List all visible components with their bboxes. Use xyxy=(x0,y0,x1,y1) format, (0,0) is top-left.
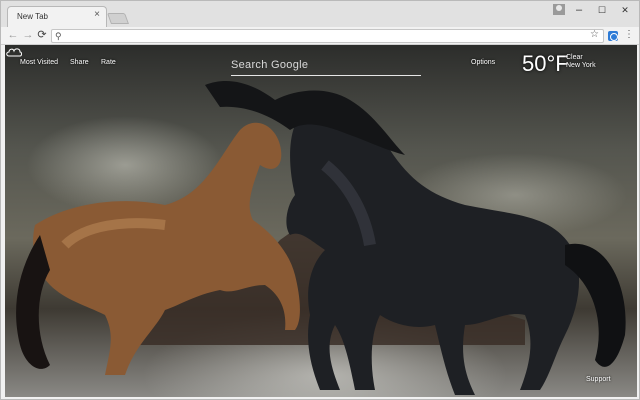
rate-link[interactable]: Rate xyxy=(101,59,116,66)
weather-condition: Clear xyxy=(566,54,583,61)
menu-icon[interactable]: ⋮ xyxy=(624,29,634,41)
most-visited-link[interactable]: Most Visited xyxy=(20,59,58,66)
minimize-button[interactable]: – xyxy=(572,3,586,17)
new-tab-page: Most Visited Share Rate Search Google Op… xyxy=(5,45,637,397)
toolbar: ← → ⟳ ⚲ ☆ ⋮ xyxy=(1,27,639,45)
maximize-button[interactable]: ☐ xyxy=(595,3,609,17)
back-button[interactable]: ← xyxy=(7,29,19,41)
close-window-button[interactable]: ✕ xyxy=(618,3,632,17)
bookmark-star-icon[interactable]: ☆ xyxy=(590,29,599,41)
tab-strip: New Tab × – ☐ ✕ xyxy=(1,1,639,27)
weather-temperature: 50°F xyxy=(522,52,569,76)
browser-window: New Tab × – ☐ ✕ ← → ⟳ ⚲ ☆ ⋮ Most Visited… xyxy=(0,0,640,400)
profile-icon[interactable] xyxy=(553,4,565,15)
support-link[interactable]: Support xyxy=(586,376,611,383)
weather-conditions: Clear New York xyxy=(566,54,596,70)
cloud-icon xyxy=(6,48,22,57)
temperature-value: 50 xyxy=(522,51,547,76)
weather-location: New York xyxy=(566,62,596,69)
search-placeholder: Search Google xyxy=(231,59,309,71)
options-link[interactable]: Options xyxy=(471,59,495,66)
search-icon: ⚲ xyxy=(55,31,62,41)
tab-new-tab[interactable]: New Tab × xyxy=(7,6,107,27)
background-wallpaper xyxy=(16,80,626,395)
reload-button[interactable]: ⟳ xyxy=(36,29,48,41)
share-link[interactable]: Share xyxy=(70,59,89,66)
address-bar[interactable]: ⚲ xyxy=(51,29,604,43)
tab-title: New Tab xyxy=(17,12,48,21)
extension-icon[interactable] xyxy=(608,31,618,41)
forward-button[interactable]: → xyxy=(22,29,34,41)
search-input[interactable]: Search Google xyxy=(231,57,421,76)
tab-close-icon[interactable]: × xyxy=(94,10,100,20)
new-tab-button[interactable] xyxy=(106,13,130,24)
